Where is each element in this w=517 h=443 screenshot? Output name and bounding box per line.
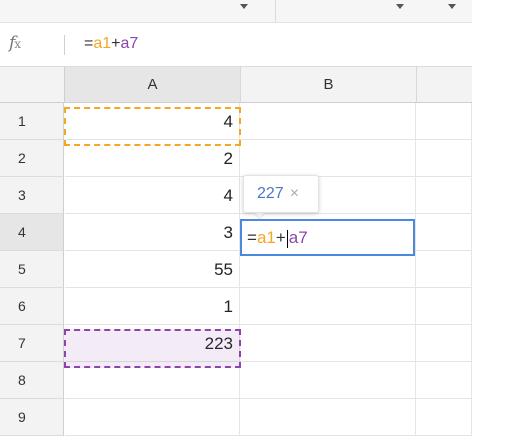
chevron-down-icon[interactable]: [240, 4, 248, 9]
column-header-c[interactable]: [417, 67, 473, 103]
row-header-6[interactable]: 6: [0, 288, 64, 325]
row-header-9[interactable]: 9: [0, 399, 64, 436]
formula-result-tooltip: 227 ×: [243, 175, 319, 213]
cell-c7[interactable]: [416, 325, 472, 362]
cell-c9[interactable]: [416, 399, 472, 436]
formula-divider: [64, 35, 65, 55]
row-header-7[interactable]: 7: [0, 325, 64, 362]
toolbar-strip: [0, 0, 472, 23]
cell-c4[interactable]: [416, 214, 472, 251]
cell-c8[interactable]: [416, 362, 472, 399]
cell-a4[interactable]: 3: [65, 214, 240, 251]
cell-a7[interactable]: 223: [65, 325, 240, 362]
formula-ref-a7: a7: [120, 35, 139, 52]
row-header-4[interactable]: 4: [0, 214, 64, 251]
cell-b1[interactable]: [240, 103, 416, 140]
formula-ref-a1: a1: [93, 35, 112, 52]
function-icon: fx: [9, 33, 21, 53]
text-caret: [286, 229, 288, 248]
blank-margin: [472, 0, 517, 443]
tooltip-value: 227: [257, 185, 284, 202]
cell-c3[interactable]: [416, 177, 472, 214]
cell-a1[interactable]: 4: [65, 103, 240, 140]
cell-a8[interactable]: [65, 362, 240, 399]
cell-b5[interactable]: [240, 251, 416, 288]
chevron-down-icon[interactable]: [396, 4, 404, 9]
cell-editor-b4[interactable]: =a1+ a7: [240, 219, 415, 256]
cell-c2[interactable]: [416, 140, 472, 177]
cell-a2[interactable]: 2: [65, 140, 240, 177]
cell-a3[interactable]: 4: [65, 177, 240, 214]
close-icon[interactable]: ×: [290, 185, 299, 202]
column-header-a[interactable]: A: [65, 67, 241, 103]
cell-b6[interactable]: [240, 288, 416, 325]
spreadsheet-app: fx =a1+a7 A B 1 4 2 2 3 4 4 3 5 55 6 1 7 223 8 9 =a1+ a7…: [0, 0, 473, 443]
formula-input[interactable]: =a1+a7: [84, 35, 138, 53]
row-header-5[interactable]: 5: [0, 251, 64, 288]
row-header-1[interactable]: 1: [0, 103, 64, 140]
cell-c6[interactable]: [416, 288, 472, 325]
cell-a6[interactable]: 1: [65, 288, 240, 325]
cell-b8[interactable]: [240, 362, 416, 399]
cell-a5[interactable]: 55: [65, 251, 240, 288]
cell-c1[interactable]: [416, 103, 472, 140]
editor-ref-a7: a7: [288, 228, 308, 247]
cell-c5[interactable]: [416, 251, 472, 288]
cell-b9[interactable]: [240, 399, 416, 436]
cell-b7[interactable]: [240, 325, 416, 362]
toolbar-divider: [275, 0, 276, 22]
editor-ref-a1: a1: [256, 228, 276, 247]
row-header-3[interactable]: 3: [0, 177, 64, 214]
row-header-8[interactable]: 8: [0, 362, 64, 399]
select-all-corner[interactable]: [0, 67, 65, 103]
cell-b2[interactable]: [240, 140, 416, 177]
column-header-b[interactable]: B: [241, 67, 417, 103]
chevron-down-icon[interactable]: [448, 4, 456, 9]
formula-bar: fx =a1+a7: [0, 23, 472, 67]
row-header-2[interactable]: 2: [0, 140, 64, 177]
cell-a9[interactable]: [65, 399, 240, 436]
